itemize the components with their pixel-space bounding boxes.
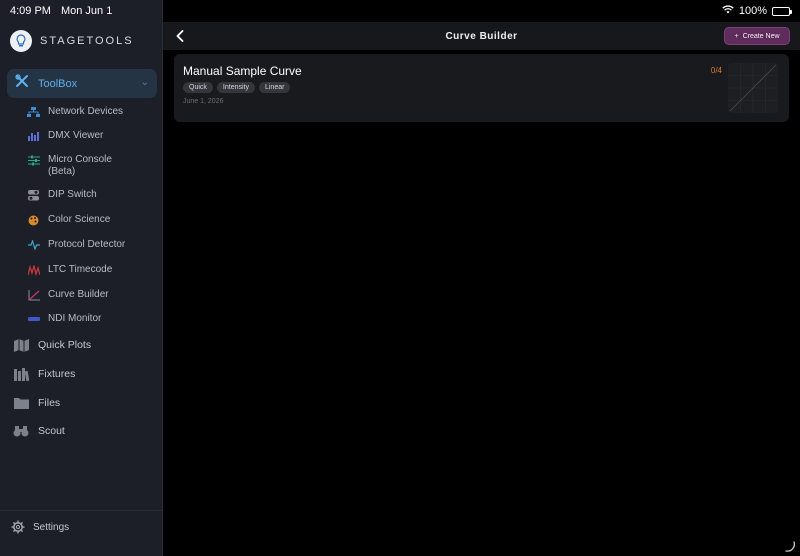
sidebar-item-quick-plots[interactable]: Quick Plots bbox=[13, 338, 91, 352]
brand: STAGETOOLS bbox=[10, 30, 134, 52]
tools-icon bbox=[15, 74, 29, 93]
nav-bar: Curve Builder + Create New bbox=[163, 22, 800, 50]
sidebar-item-toolbox[interactable]: ToolBox ⌄ bbox=[7, 69, 157, 98]
sidebar-item-label: Quick Plots bbox=[38, 339, 92, 351]
sidebar-item-ndi-monitor[interactable]: NDI Monitor bbox=[27, 313, 138, 325]
sidebar-item-settings[interactable]: Settings bbox=[11, 520, 69, 534]
waveform-icon bbox=[27, 239, 40, 251]
sidebar-item-label: DMX Viewer bbox=[48, 130, 104, 141]
map-icon bbox=[13, 338, 29, 352]
sidebar-item-label: Scout bbox=[38, 425, 65, 437]
brand-name: STAGETOOLS bbox=[40, 35, 134, 47]
chevron-down-icon[interactable]: ⌄ bbox=[141, 77, 149, 88]
sidebar-item-label: Network Devices bbox=[48, 106, 124, 117]
palette-icon bbox=[27, 214, 40, 226]
point-count: 0/4 bbox=[710, 66, 722, 75]
sidebar: STAGETOOLS ToolBox ⌄ Network Devices DMX… bbox=[0, 0, 163, 556]
settings-label: Settings bbox=[33, 521, 70, 533]
sidebar-item-scout[interactable]: Scout bbox=[13, 424, 65, 438]
sidebar-item-protocol-detector[interactable]: Protocol Detector bbox=[27, 239, 138, 251]
page-title: Curve Builder bbox=[445, 31, 518, 42]
curve-date: June 1, 2026 bbox=[183, 98, 224, 105]
sidebar-item-fixtures[interactable]: Fixtures bbox=[13, 367, 75, 381]
sidebar-divider bbox=[0, 510, 163, 511]
curve-thumbnail bbox=[728, 63, 778, 113]
sidebar-item-label: Color Science bbox=[48, 214, 111, 225]
tag-chip: Linear bbox=[258, 82, 291, 93]
battery-icon bbox=[772, 6, 792, 16]
sidebar-item-label: Files bbox=[38, 397, 61, 409]
sidebar-item-network-devices[interactable]: Network Devices bbox=[27, 106, 138, 118]
ndi-icon bbox=[27, 313, 40, 325]
dmx-icon bbox=[27, 130, 40, 142]
sidebar-item-label: Fixtures bbox=[38, 368, 76, 380]
wifi-icon bbox=[722, 5, 734, 17]
curve-card[interactable]: Manual Sample Curve Quick Intensity Line… bbox=[174, 54, 789, 122]
sidebar-item-label: DIP Switch bbox=[48, 189, 97, 200]
sidebar-item-dip-switch[interactable]: DIP Switch bbox=[27, 189, 138, 201]
sidebar-item-color-science[interactable]: Color Science bbox=[27, 214, 138, 226]
dip-switch-icon bbox=[27, 189, 40, 201]
sidebar-item-dmx-viewer[interactable]: DMX Viewer bbox=[27, 130, 138, 142]
tag-chip: Intensity bbox=[216, 82, 255, 93]
curve-title: Manual Sample Curve bbox=[183, 64, 302, 78]
lightbulb-logo-icon bbox=[10, 30, 32, 52]
gear-icon bbox=[11, 520, 25, 534]
timecode-icon bbox=[27, 264, 40, 276]
main-content: Curve Builder + Create New Manual Sample… bbox=[163, 0, 800, 556]
network-icon bbox=[27, 106, 40, 118]
sidebar-item-label: LTC Timecode bbox=[48, 264, 113, 275]
status-date: Mon Jun 1 bbox=[60, 5, 113, 17]
create-new-label: Create New bbox=[742, 32, 780, 40]
tag-list: Quick Intensity Linear bbox=[183, 82, 291, 93]
sidebar-item-label: ToolBox bbox=[38, 77, 78, 90]
curve-preview-graphic bbox=[728, 63, 778, 113]
sidebar-item-label: Micro Console (Beta) bbox=[48, 154, 112, 177]
curve-icon bbox=[27, 289, 40, 301]
tag-chip: Quick bbox=[183, 82, 213, 93]
books-icon bbox=[13, 367, 29, 381]
plus-icon: + bbox=[734, 32, 739, 40]
battery-percent: 100% bbox=[738, 5, 767, 17]
folder-icon bbox=[13, 396, 29, 410]
sliders-icon bbox=[27, 154, 40, 166]
sidebar-item-micro-console[interactable]: Micro Console (Beta) bbox=[27, 154, 138, 178]
sidebar-item-ltc-timecode[interactable]: LTC Timecode bbox=[27, 264, 138, 276]
sidebar-item-label: NDI Monitor bbox=[48, 313, 102, 324]
loading-spinner-icon bbox=[785, 541, 795, 552]
binoculars-icon bbox=[13, 424, 29, 438]
status-bar: 4:09 PM Mon Jun 1 100% bbox=[0, 0, 800, 22]
sidebar-item-files[interactable]: Files bbox=[13, 396, 60, 410]
sidebar-item-label: Curve Builder bbox=[48, 289, 109, 300]
sidebar-item-curve-builder[interactable]: Curve Builder bbox=[27, 289, 138, 301]
sidebar-item-label: Protocol Detector bbox=[48, 239, 126, 250]
create-new-button[interactable]: + Create New bbox=[724, 27, 790, 45]
status-time: 4:09 PM bbox=[10, 5, 51, 17]
